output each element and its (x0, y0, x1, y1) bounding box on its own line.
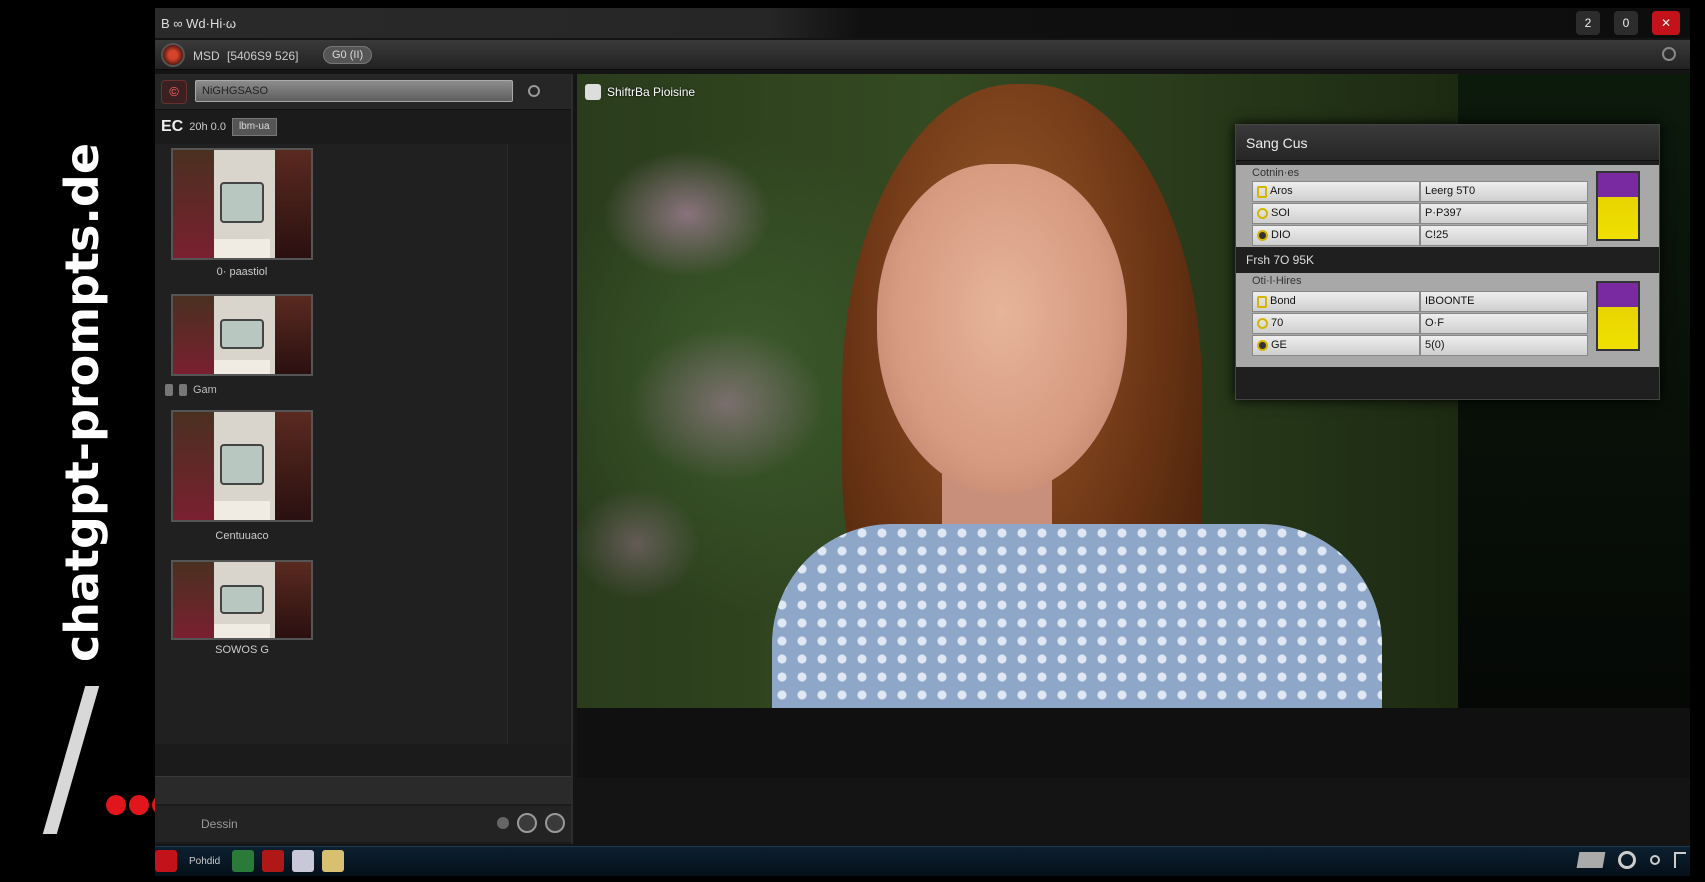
group-1-row[interactable]: DIO C!25 (1252, 225, 1588, 246)
taskbar-label[interactable]: Pohdid (185, 856, 224, 867)
settings-group-1: Cotnin·es Aros Leerg 5T0 SOI P·P397 DIO … (1236, 165, 1659, 247)
search-options-icon[interactable] (528, 85, 540, 97)
viewer-bottom-bar (577, 708, 1690, 778)
viewer-title-text: ShiftrBa Pioisine (607, 85, 696, 99)
thumbnail-list: 0· paastiol Gam Centuuaco SOWOS G (155, 144, 507, 744)
refresh-icon[interactable] (517, 813, 537, 833)
row-label: 70 (1271, 317, 1284, 329)
title-bar: B ∞ Wd·Hi∙ω 2 0 ✕ (155, 8, 1690, 38)
taskbar-items: Pohdid (155, 850, 345, 872)
settings-section-label: Frsh 7O 95K (1246, 253, 1315, 267)
toolbar-pill-button[interactable]: G0 (II) (323, 46, 373, 64)
toolbar-field[interactable]: [5406S9 526] (227, 49, 298, 63)
thumbnail-3[interactable] (171, 410, 313, 522)
row-label: Bond (1270, 295, 1296, 307)
library-code: EC (161, 118, 184, 135)
toolbar: MSD [5406S9 526] G0 (II) (155, 40, 1690, 70)
group-2-title: Oti·l·Hires (1252, 275, 1302, 287)
settings-group-2: Oti·l·Hires Bond IBOONTE 70 O·F GE 5(0) (1236, 273, 1659, 367)
help-button[interactable]: 2 (1576, 11, 1600, 35)
settings-panel: Sang Cus Cotnin·es Aros Leerg 5T0 SOI P·… (1235, 124, 1660, 400)
radio-icon[interactable] (1257, 208, 1268, 219)
options-icon[interactable] (545, 813, 565, 833)
system-tray (1576, 851, 1686, 869)
pin-icon[interactable] (497, 817, 509, 829)
checkbox-icon[interactable] (1257, 185, 1267, 198)
thumbnail-2[interactable] (171, 294, 313, 376)
row-value[interactable]: P·P397 (1420, 203, 1588, 224)
group-1-row[interactable]: SOI P·P397 (1252, 203, 1588, 224)
power-icon[interactable] (1618, 851, 1636, 869)
window-title: B ∞ Wd·Hi∙ω (161, 16, 237, 31)
row-label: Aros (1270, 185, 1293, 197)
row-value[interactable]: C!25 (1420, 225, 1588, 246)
taskbar-app-icon[interactable] (292, 850, 315, 872)
search-input[interactable] (195, 80, 513, 102)
app-logo-icon[interactable] (161, 43, 185, 67)
taskbar-app-icon[interactable] (232, 850, 255, 872)
checkbox-icon[interactable] (1257, 295, 1267, 308)
radio-icon[interactable] (1257, 318, 1268, 329)
viewer-title: ShiftrBa Pioisine (585, 84, 695, 100)
settings-title: Sang Cus (1236, 125, 1659, 161)
library-status-bar: Dessin (155, 806, 571, 842)
thumbnail-2-tag-label: Gam (193, 384, 217, 396)
library-header: EC 20h 0.0 lbm-ua (161, 116, 277, 138)
row-label: DIO (1271, 229, 1291, 241)
photo-face (877, 164, 1127, 494)
search-icon[interactable]: © (161, 80, 187, 104)
taskbar: Pohdid (155, 846, 1690, 876)
search-row: © (155, 74, 571, 110)
circle-icon[interactable] (1650, 855, 1660, 865)
thumbnail-4-caption: SOWOS G (215, 644, 269, 656)
color-swatch-2[interactable] (1596, 281, 1640, 351)
group-1-grid: Aros Leerg 5T0 SOI P·P397 DIO C!25 (1252, 181, 1588, 247)
thumbnail-3-caption: Centuuaco (215, 530, 269, 542)
radio-selected-icon[interactable] (1257, 230, 1268, 241)
close-button[interactable]: ✕ (1652, 11, 1680, 35)
group-2-row[interactable]: Bond IBOONTE (1252, 291, 1588, 312)
thumbnail-scrollbar[interactable] (507, 144, 569, 744)
settings-button[interactable]: 0 (1614, 11, 1638, 35)
library-filter-button[interactable]: lbm-ua (231, 118, 277, 136)
library-count: 20h 0.0 (189, 121, 226, 133)
row-value[interactable]: IBOONTE (1420, 291, 1588, 312)
row-label: SOI (1271, 207, 1290, 219)
row-value[interactable]: 5(0) (1420, 335, 1588, 356)
row-value[interactable]: Leerg 5T0 (1420, 181, 1588, 202)
taskbar-app-icon[interactable] (262, 850, 285, 872)
keyboard-icon[interactable] (1576, 852, 1606, 868)
row-label: GE (1271, 339, 1287, 351)
library-panel: © EC 20h 0.0 lbm-ua 0· paastiol Gam (155, 74, 573, 844)
thumbnail-2-tag: Gam (165, 384, 217, 396)
watermark-strip: chatgpt-prompts.de (0, 0, 218, 882)
thumbnail-4[interactable] (171, 560, 313, 640)
watermark-slash-icon (42, 686, 100, 834)
row-value[interactable]: O·F (1420, 313, 1588, 334)
taskbar-app-icon[interactable] (322, 850, 345, 872)
window-controls: 2 0 ✕ (1576, 11, 1680, 35)
photo-dress (772, 524, 1382, 708)
group-1-row[interactable]: Aros Leerg 5T0 (1252, 181, 1588, 202)
taskbar-app-icon[interactable] (155, 850, 177, 872)
status-icons (497, 813, 565, 833)
corner-icon[interactable] (1674, 852, 1686, 868)
tag-icon (165, 384, 173, 396)
radio-selected-icon[interactable] (1257, 340, 1268, 351)
toolbar-menu-icon[interactable] (1662, 47, 1676, 61)
group-2-grid: Bond IBOONTE 70 O·F GE 5(0) (1252, 291, 1588, 357)
color-swatch-1[interactable] (1596, 171, 1640, 241)
thumbnail-1[interactable] (171, 148, 313, 260)
library-status-text: Dessin (201, 817, 238, 831)
watermark-text: chatgpt-prompts.de (55, 142, 109, 662)
image-file-icon (585, 84, 601, 100)
group-2-row[interactable]: GE 5(0) (1252, 335, 1588, 356)
library-footer-bar (155, 776, 571, 804)
group-2-row[interactable]: 70 O·F (1252, 313, 1588, 334)
thumbnail-1-caption: 0· paastiol (216, 266, 268, 278)
tag-icon (179, 384, 187, 396)
toolbar-label: MSD (193, 49, 220, 63)
group-1-title: Cotnin·es (1252, 167, 1300, 179)
